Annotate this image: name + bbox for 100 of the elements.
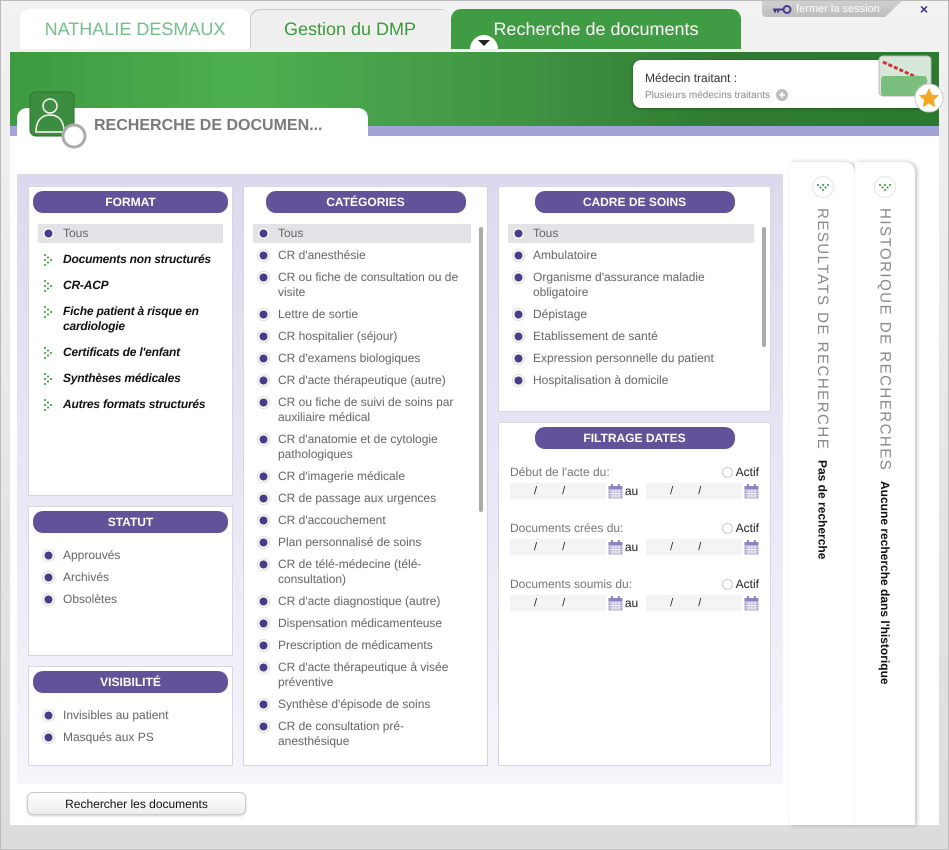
list-option[interactable]: Fiche patient à risque en cardiologie [38, 302, 223, 336]
list-option[interactable]: CR d'anatomie et de cytologie pathologiques [253, 430, 471, 464]
calendar-icon[interactable] [744, 596, 759, 610]
list-option[interactable]: Archivés [38, 568, 223, 587]
list-option[interactable]: Autres formats structurés [38, 395, 223, 414]
expand-icon[interactable] [812, 176, 834, 198]
list-option[interactable]: Obsolètes [38, 590, 223, 609]
list-option[interactable]: CR de consultation pré-anesthésique [253, 717, 471, 751]
expand-arrow-icon[interactable] [42, 346, 55, 360]
radio-button[interactable] [42, 593, 55, 606]
list-option[interactable]: Organisme d'assurance maladie obligatoire [508, 268, 754, 302]
radio-button[interactable] [257, 374, 270, 387]
side-panel-tab[interactable]: RESULTATS DE RECHERCHE Pas de recherche [790, 162, 855, 825]
expand-arrow-icon[interactable] [42, 305, 55, 319]
radio-button[interactable] [257, 536, 270, 549]
radio-button[interactable] [42, 571, 55, 584]
list-option[interactable]: Dépistage [508, 305, 754, 324]
radio-button[interactable] [42, 227, 55, 240]
calendar-icon[interactable] [744, 484, 759, 498]
date-field[interactable]: / / [646, 483, 742, 499]
radio-button[interactable] [257, 639, 270, 652]
list-option[interactable]: CR ou fiche de consultation ou de visite [253, 268, 471, 302]
list-option[interactable]: Hospitalisation à domicile [508, 371, 754, 390]
list-option[interactable]: Tous [253, 224, 471, 243]
scrollbar[interactable] [479, 227, 483, 512]
list-option[interactable]: Certificats de l'enfant [38, 343, 223, 362]
date-field[interactable]: / / [646, 539, 742, 555]
list-option[interactable]: CR d'imagerie médicale [253, 467, 471, 486]
radio-button[interactable] [257, 433, 270, 446]
list-option[interactable]: CR d'acte diagnostique (autre) [253, 592, 471, 611]
list-option[interactable]: CR de télé-médecine (télé-consultation) [253, 555, 471, 589]
list-option[interactable]: Approuvés [38, 546, 223, 565]
radio-button[interactable] [512, 249, 525, 262]
list-option[interactable]: CR d'examens biologiques [253, 349, 471, 368]
radio-button[interactable] [722, 466, 733, 478]
scrollbar[interactable] [762, 227, 766, 347]
list-option[interactable]: Lettre de sortie [253, 305, 471, 324]
expand-arrow-icon[interactable] [42, 372, 55, 386]
list-option[interactable]: Expression personnelle du patient [508, 349, 754, 368]
radio-button[interactable] [257, 470, 270, 483]
radio-button[interactable] [257, 661, 270, 674]
date-field[interactable]: / / [510, 539, 606, 555]
list-option[interactable]: Etablissement de santé [508, 327, 754, 346]
date-field[interactable]: / / [646, 595, 742, 611]
close-button[interactable]: × [910, 1, 938, 17]
radio-button[interactable] [257, 352, 270, 365]
tab[interactable]: Recherche de documents [451, 9, 741, 49]
list-option[interactable]: CR d'acte thérapeutique (autre) [253, 371, 471, 390]
radio-button[interactable] [257, 558, 270, 571]
radio-button[interactable] [257, 514, 270, 527]
radio-button[interactable] [722, 522, 733, 534]
radio-button[interactable] [257, 330, 270, 343]
radio-button[interactable] [512, 271, 525, 284]
list-option[interactable]: Synthèse d'épisode de soins [253, 695, 471, 714]
radio-button[interactable] [257, 396, 270, 409]
search-button[interactable]: Rechercher les documents [27, 792, 246, 815]
expand-arrow-icon[interactable] [42, 253, 55, 267]
list-option[interactable]: CR ou fiche de suivi de soins par auxiliaire médical [253, 393, 471, 427]
list-option[interactable]: Synthèses médicales [38, 369, 223, 388]
expand-arrow-icon[interactable] [42, 398, 55, 412]
radio-button[interactable] [257, 227, 270, 240]
radio-button[interactable] [42, 731, 55, 744]
radio-button[interactable] [257, 617, 270, 630]
expand-icon[interactable] [874, 176, 896, 198]
list-option[interactable]: Ambulatoire [508, 246, 754, 265]
list-option[interactable]: Prescription de médicaments [253, 636, 471, 655]
radio-button[interactable] [257, 698, 270, 711]
radio-button[interactable] [42, 549, 55, 562]
radio-button[interactable] [257, 249, 270, 262]
calendar-icon[interactable] [608, 540, 623, 554]
date-field[interactable]: / / [510, 595, 606, 611]
radio-button[interactable] [257, 271, 270, 284]
radio-button[interactable] [512, 227, 525, 240]
calendar-icon[interactable] [744, 540, 759, 554]
list-option[interactable]: Invisibles au patient [38, 706, 223, 725]
expand-arrow-icon[interactable] [42, 279, 55, 293]
radio-button[interactable] [257, 720, 270, 733]
list-option[interactable]: Tous [508, 224, 754, 243]
date-field[interactable]: / / [510, 483, 606, 499]
radio-button[interactable] [257, 595, 270, 608]
side-panel-tab[interactable]: HISTORIQUE DE RECHERCHES Aucune recherche dans l'historique [855, 162, 915, 825]
radio-button[interactable] [512, 330, 525, 343]
list-option[interactable]: CR d'acte thérapeutique à visée préventive [253, 658, 471, 692]
list-option[interactable]: Masqués aux PS [38, 728, 223, 747]
list-option[interactable]: CR hospitalier (séjour) [253, 327, 471, 346]
calendar-icon[interactable] [608, 596, 623, 610]
calendar-icon[interactable] [608, 484, 623, 498]
list-option[interactable]: CR d'accouchement [253, 511, 471, 530]
radio-button[interactable] [257, 308, 270, 321]
radio-button[interactable] [512, 308, 525, 321]
radio-button[interactable] [257, 492, 270, 505]
tab[interactable]: Gestion du DMP [250, 9, 450, 49]
list-option[interactable]: Plan personnalisé de soins [253, 533, 471, 552]
list-option[interactable]: Tous [38, 224, 223, 243]
list-option[interactable]: CR-ACP [38, 276, 223, 295]
radio-button[interactable] [42, 709, 55, 722]
list-option[interactable]: CR d'anesthésie [253, 246, 471, 265]
radio-button[interactable] [512, 352, 525, 365]
list-option[interactable]: CR de passage aux urgences [253, 489, 471, 508]
list-option[interactable]: Dispensation médicamenteuse [253, 614, 471, 633]
